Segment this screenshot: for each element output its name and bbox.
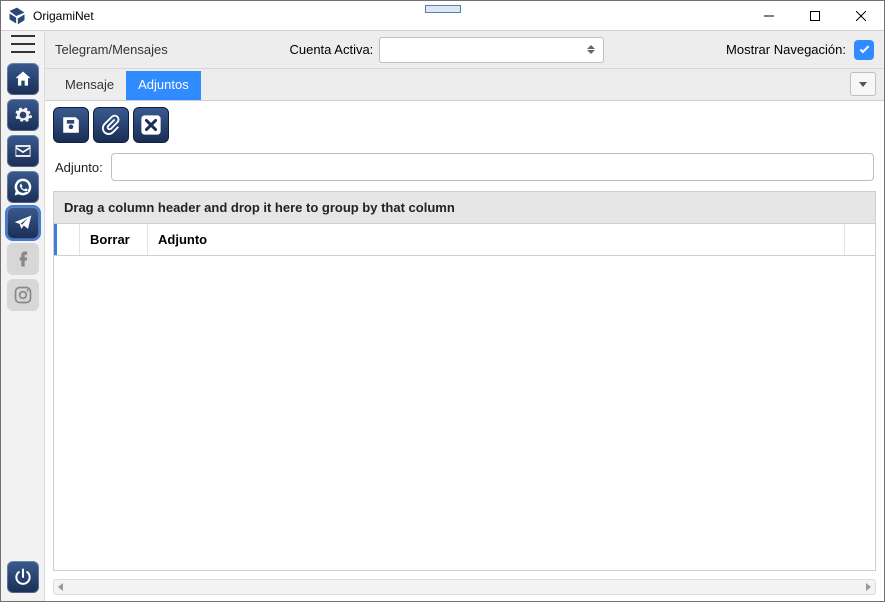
data-grid: Borrar Adjunto — [53, 223, 876, 571]
scroll-right-icon — [866, 583, 871, 591]
horizontal-scrollbar[interactable] — [53, 579, 876, 595]
app-title: OrigamiNet — [33, 9, 94, 23]
breadcrumb: Telegram/Mensajes — [55, 42, 168, 57]
delete-button[interactable] — [133, 107, 169, 143]
grid-body[interactable] — [54, 256, 875, 570]
sidebar — [1, 31, 45, 601]
column-scroll-spacer — [845, 224, 875, 255]
sidebar-item-whatsapp[interactable] — [7, 171, 39, 203]
maximize-button[interactable] — [792, 1, 838, 30]
grid-header: Borrar Adjunto — [54, 224, 875, 256]
title-bar: OrigamiNet — [1, 1, 884, 31]
minimize-button[interactable] — [746, 1, 792, 30]
column-attachment[interactable]: Adjunto — [148, 224, 845, 255]
sidebar-item-settings[interactable] — [7, 99, 39, 131]
save-button[interactable] — [53, 107, 89, 143]
close-button[interactable] — [838, 1, 884, 30]
hamburger-menu-button[interactable] — [11, 35, 35, 53]
attach-button[interactable] — [93, 107, 129, 143]
sidebar-item-telegram[interactable] — [7, 207, 39, 239]
sidebar-item-facebook[interactable] — [7, 243, 39, 275]
attachment-input[interactable] — [111, 153, 874, 181]
scroll-left-icon — [58, 583, 63, 591]
attachment-field-row: Adjunto: — [45, 149, 884, 191]
grid-area: Drag a column header and drop it here to… — [45, 191, 884, 579]
grid-group-panel[interactable]: Drag a column header and drop it here to… — [53, 191, 876, 223]
chevron-updown-icon — [585, 45, 597, 54]
save-icon — [60, 114, 82, 136]
paperclip-icon — [100, 114, 122, 136]
sidebar-item-mail[interactable] — [7, 135, 39, 167]
account-label: Cuenta Activa: — [289, 42, 373, 57]
show-nav-checkbox[interactable] — [854, 40, 874, 60]
tab-overflow-button[interactable] — [850, 72, 876, 96]
content-area: Telegram/Mensajes Cuenta Activa: Mostrar… — [45, 31, 884, 601]
sidebar-item-home[interactable] — [7, 63, 39, 95]
active-account-select[interactable] — [379, 37, 604, 63]
tab-attachments[interactable]: Adjuntos — [126, 71, 201, 100]
close-icon — [140, 114, 162, 136]
toolbar — [45, 101, 884, 149]
row-indicator-column[interactable] — [54, 224, 80, 255]
app-logo-icon — [7, 6, 27, 26]
attachment-label: Adjunto: — [55, 160, 103, 175]
show-nav-label: Mostrar Navegación: — [726, 42, 846, 57]
topbar: Telegram/Mensajes Cuenta Activa: Mostrar… — [45, 31, 884, 69]
tab-bar: Mensaje Adjuntos — [45, 69, 884, 101]
column-delete[interactable]: Borrar — [80, 224, 148, 255]
sidebar-item-instagram[interactable] — [7, 279, 39, 311]
chevron-down-icon — [859, 82, 867, 87]
tab-message[interactable]: Mensaje — [53, 71, 126, 100]
window-drag-handle[interactable] — [425, 5, 461, 13]
sidebar-item-power[interactable] — [7, 561, 39, 593]
